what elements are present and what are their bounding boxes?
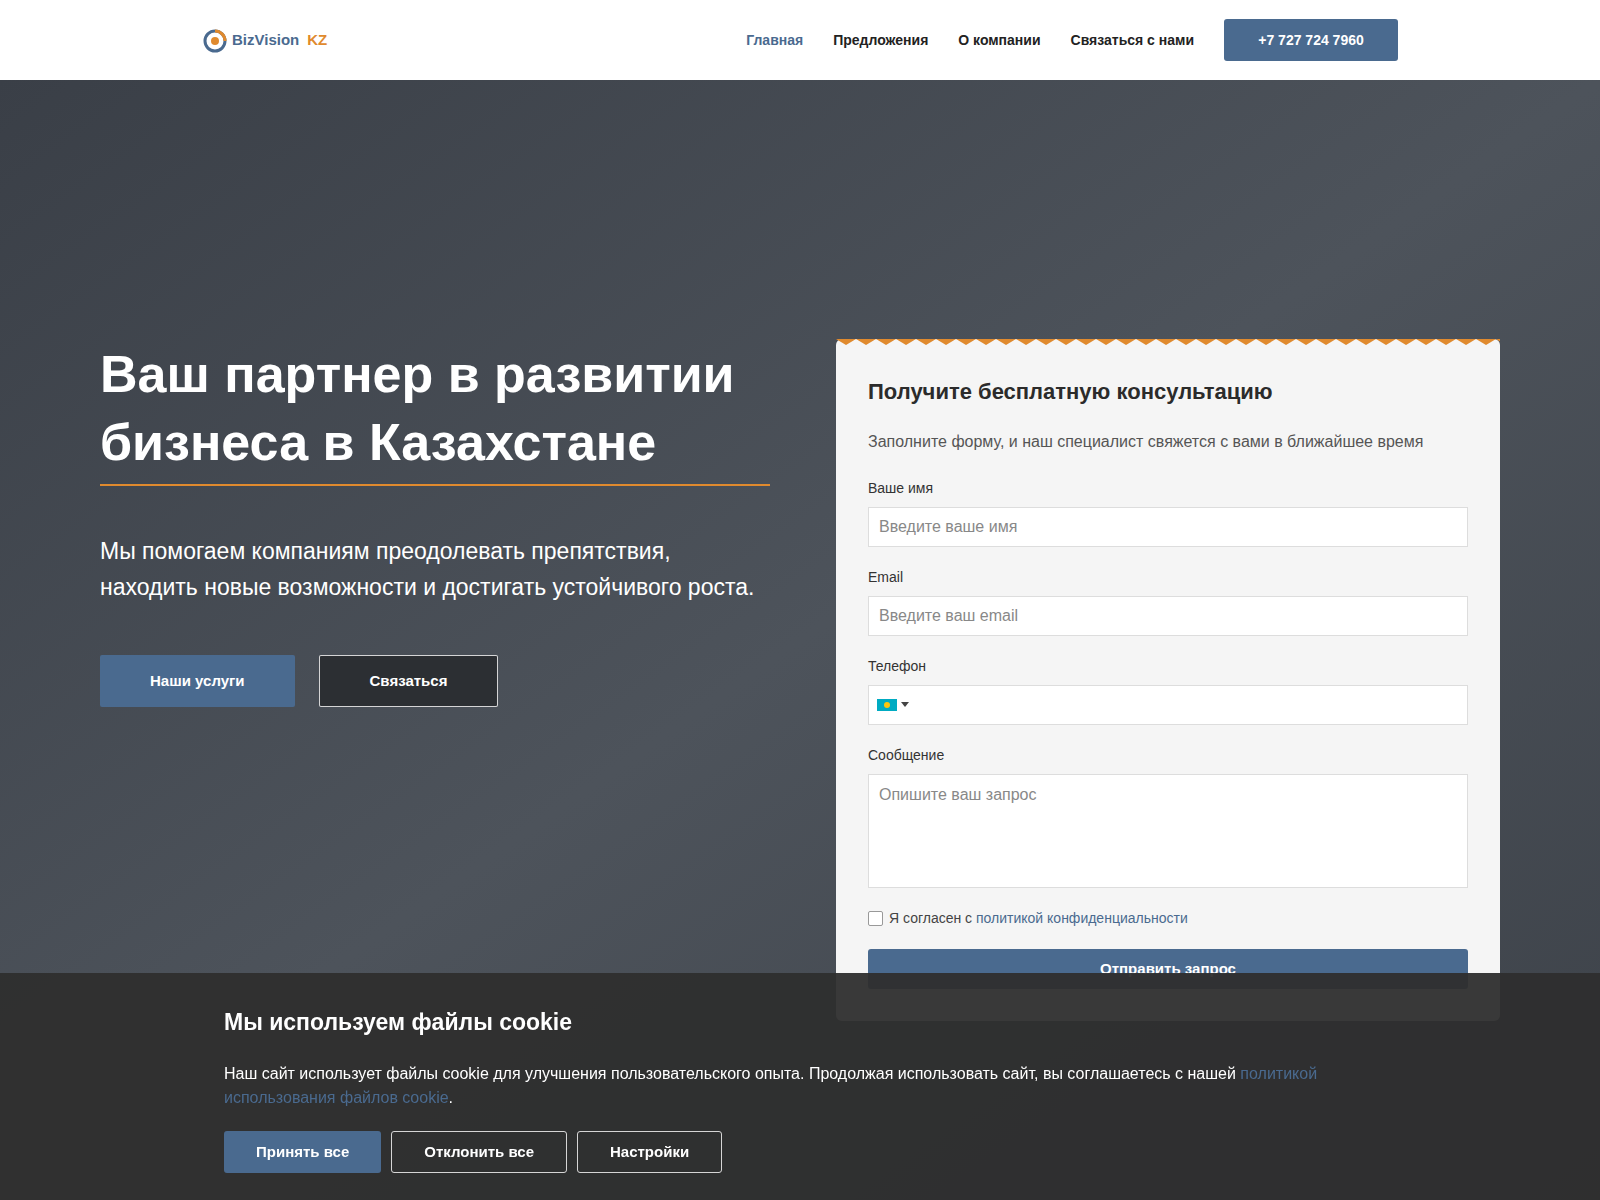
field-label: Ваше имя — [868, 478, 1468, 499]
logo-name: BizVision — [232, 29, 299, 52]
form-subtitle: Заполните форму, и наш специалист свяжет… — [868, 430, 1468, 454]
form-field: Телефон — [868, 656, 1468, 725]
form-title: Получите бесплатную консультацию — [868, 375, 1468, 408]
consent-checkbox[interactable] — [868, 911, 883, 926]
field-label: Email — [868, 567, 1468, 588]
hero-title: Ваш партнер в развитии бизнеса в Казахст… — [100, 341, 770, 486]
phone-input[interactable] — [868, 685, 1468, 725]
cookie-button[interactable]: Настройки — [577, 1131, 722, 1173]
page: BizVision KZ Главная Предложения О компании С… — [0, 0, 1600, 1200]
hero-button[interactable]: Наши услуги — [100, 655, 295, 707]
cookie-link[interactable]: политикой использования файлов cookie — [224, 1065, 1317, 1107]
nav-item[interactable]: Предложения — [833, 30, 928, 51]
privacy-link[interactable]: политикой конфиденциальности — [976, 910, 1188, 926]
logo[interactable]: BizVision KZ — [202, 25, 327, 55]
logo-icon — [202, 25, 228, 55]
nav-item[interactable]: Главная — [746, 30, 803, 51]
header: BizVision KZ Главная Предложения О компании С… — [0, 0, 1600, 80]
consent: Я согласен с политикой конфиденциальност… — [868, 908, 1468, 929]
nav-item[interactable]: О компании — [958, 30, 1040, 51]
cookie-button[interactable]: Принять все — [224, 1131, 381, 1173]
wave-border-icon — [836, 339, 1500, 345]
form-field: Ваше имя Введите ваше имя — [868, 478, 1468, 547]
text-input[interactable]: Введите ваш email — [868, 596, 1468, 636]
caret-down-icon — [901, 702, 909, 708]
form-card: Получите бесплатную консультацию Заполнит… — [836, 339, 1500, 1021]
nav: Главная Предложения О компании Связаться с … — [746, 19, 1398, 61]
field-label: Телефон — [868, 656, 1468, 677]
kazakhstan-flag-icon — [877, 699, 897, 711]
logo-suffix: KZ — [307, 29, 327, 52]
cookie-title: Мы используем файлы cookie — [224, 1005, 1376, 1040]
hero-button[interactable]: Связаться — [319, 655, 499, 707]
cookie-banner: Мы используем файлы cookie Наш сайт испол… — [0, 973, 1600, 1200]
phone-button[interactable]: +7 727 724 7960 — [1224, 19, 1398, 61]
form-field: Сообщение Опишите ваш запрос — [868, 745, 1468, 888]
field-label: Сообщение — [868, 745, 1468, 766]
nav-item[interactable]: Связаться с нами — [1071, 30, 1194, 51]
text-input[interactable]: Введите ваше имя — [868, 507, 1468, 547]
cookie-button[interactable]: Отклонить все — [391, 1131, 567, 1173]
hero-subtitle: Мы помогаем компаниям преодолевать препя… — [100, 534, 770, 605]
message-textarea[interactable]: Опишите ваш запрос — [868, 774, 1468, 888]
cookie-text: Наш сайт использует файлы cookie для улу… — [224, 1062, 1376, 1112]
form-field: Email Введите ваш email — [868, 567, 1468, 636]
